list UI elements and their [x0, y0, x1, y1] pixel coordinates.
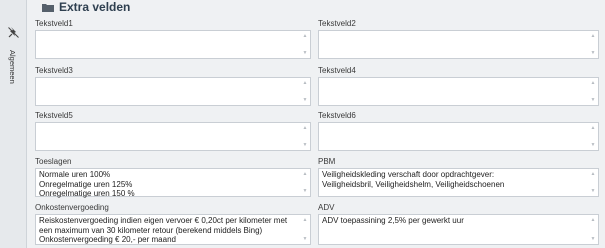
- pin-icon[interactable]: [7, 26, 20, 39]
- textarea-tekstveld5[interactable]: ▲ ▼: [35, 122, 311, 151]
- text-line: Onregelmatige uren 150 %: [39, 189, 135, 198]
- scrollbar[interactable]: ▲ ▼: [590, 80, 596, 103]
- section-title: Extra velden: [59, 0, 131, 14]
- scroll-down-icon[interactable]: ▼: [303, 50, 308, 56]
- field-toeslagen: Toeslagen Normale uren 100% Onregelmatig…: [35, 157, 311, 199]
- textarea-tekstveld1[interactable]: ▲ ▼: [35, 30, 311, 59]
- field-label: Onkostenvergoeding: [35, 203, 109, 212]
- textarea-content: Veiligheidskleding verschaft door opdrac…: [322, 170, 584, 189]
- field-label: Toeslagen: [35, 157, 72, 166]
- textarea-content: Reiskostenvergoeding indien eigen vervoe…: [39, 216, 296, 245]
- textarea-tekstveld3[interactable]: ▲ ▼: [35, 77, 311, 106]
- field-pbm: PBM Veiligheidskleding verschaft door op…: [318, 157, 599, 199]
- scroll-down-icon[interactable]: ▼: [303, 188, 308, 194]
- field-tekstveld4: Tekstveld4 ▲ ▼: [318, 66, 599, 108]
- text-line: Onkostenvergoeding € 20,- per maand: [39, 235, 176, 244]
- field-label: Tekstveld5: [35, 111, 73, 120]
- scroll-down-icon[interactable]: ▼: [303, 236, 308, 242]
- field-label: Tekstveld2: [318, 19, 356, 28]
- scroll-down-icon[interactable]: ▼: [591, 97, 596, 103]
- sidebar: Algemeen: [0, 0, 27, 248]
- scrollbar[interactable]: ▲ ▼: [590, 217, 596, 242]
- text-line: Reiskostenvergoeding indien eigen vervoe…: [39, 216, 288, 225]
- field-tekstveld2: Tekstveld2 ▲ ▼: [318, 19, 599, 61]
- scrollbar[interactable]: ▲ ▼: [590, 125, 596, 148]
- scrollbar[interactable]: ▲ ▼: [302, 217, 308, 242]
- scrollbar[interactable]: ▲ ▼: [590, 33, 596, 56]
- scroll-down-icon[interactable]: ▼: [591, 142, 596, 148]
- scrollbar[interactable]: ▲ ▼: [302, 33, 308, 56]
- sidebar-tab-algemeen[interactable]: Algemeen: [8, 50, 17, 84]
- scrollbar[interactable]: ▲ ▼: [590, 171, 596, 194]
- main-panel: Extra velden Tekstveld1 ▲ ▼ Tekstveld2 ▲ ▼…: [30, 0, 605, 248]
- textarea-tekstveld2[interactable]: ▲ ▼: [318, 30, 599, 59]
- field-label: Tekstveld3: [35, 66, 73, 75]
- scroll-up-icon[interactable]: ▲: [303, 217, 308, 223]
- textarea-toeslagen[interactable]: Normale uren 100% Onregelmatige uren 125…: [35, 168, 311, 199]
- textarea-tekstveld4[interactable]: ▲ ▼: [318, 77, 599, 106]
- field-adv: ADV ADV toepassining 2,5% per gewerkt uu…: [318, 203, 599, 245]
- scrollbar[interactable]: ▲ ▼: [302, 80, 308, 103]
- textarea-tekstveld6[interactable]: ▲ ▼: [318, 122, 599, 151]
- field-label: Tekstveld6: [318, 111, 356, 120]
- scroll-down-icon[interactable]: ▼: [591, 188, 596, 194]
- textarea-onkostenvergoeding[interactable]: Reiskostenvergoeding indien eigen vervoe…: [35, 214, 311, 245]
- scroll-up-icon[interactable]: ▲: [591, 125, 596, 131]
- scroll-up-icon[interactable]: ▲: [303, 80, 308, 86]
- field-tekstveld5: Tekstveld5 ▲ ▼: [35, 111, 311, 153]
- scroll-up-icon[interactable]: ▲: [591, 171, 596, 177]
- scroll-down-icon[interactable]: ▼: [303, 142, 308, 148]
- scrollbar[interactable]: ▲ ▼: [302, 171, 308, 194]
- text-line: Veiligheidskleding verschaft door opdrac…: [322, 170, 495, 179]
- scroll-up-icon[interactable]: ▲: [303, 171, 308, 177]
- field-label: Tekstveld4: [318, 66, 356, 75]
- scroll-up-icon[interactable]: ▲: [303, 33, 308, 39]
- text-line: Onregelmatige uren 125%: [39, 179, 133, 189]
- scroll-down-icon[interactable]: ▼: [591, 50, 596, 56]
- scroll-down-icon[interactable]: ▼: [591, 236, 596, 242]
- text-line: ADV toepassining 2,5% per gewerkt uur: [322, 216, 464, 225]
- field-tekstveld3: Tekstveld3 ▲ ▼: [35, 66, 311, 108]
- scrollbar[interactable]: ▲ ▼: [302, 125, 308, 148]
- scroll-up-icon[interactable]: ▲: [591, 217, 596, 223]
- textarea-adv[interactable]: ADV toepassining 2,5% per gewerkt uur ▲ ▼: [318, 214, 599, 245]
- field-label: ADV: [318, 203, 335, 212]
- textarea-content: ADV toepassining 2,5% per gewerkt uur: [322, 216, 584, 226]
- field-label: Tekstveld1: [35, 19, 73, 28]
- field-label: PBM: [318, 157, 336, 166]
- scroll-up-icon[interactable]: ▲: [591, 80, 596, 86]
- field-onkostenvergoeding: Onkostenvergoeding Reiskostenvergoeding …: [35, 203, 311, 245]
- scroll-down-icon[interactable]: ▼: [303, 97, 308, 103]
- section-header: Extra velden: [42, 0, 130, 14]
- field-tekstveld6: Tekstveld6 ▲ ▼: [318, 111, 599, 153]
- text-line: Normale uren 100%: [39, 170, 111, 179]
- text-line: Veiligheidsbril, Veiligheidshelm, Veilig…: [322, 179, 505, 189]
- folder-icon: [42, 3, 54, 12]
- text-line: een maximum van 30 kilometer retour (ber…: [39, 225, 263, 235]
- scroll-up-icon[interactable]: ▲: [303, 125, 308, 131]
- textarea-pbm[interactable]: Veiligheidskleding verschaft door opdrac…: [318, 168, 599, 197]
- field-tekstveld1: Tekstveld1 ▲ ▼: [35, 19, 311, 61]
- textarea-content: Normale uren 100% Onregelmatige uren 125…: [39, 170, 296, 199]
- scroll-up-icon[interactable]: ▲: [591, 33, 596, 39]
